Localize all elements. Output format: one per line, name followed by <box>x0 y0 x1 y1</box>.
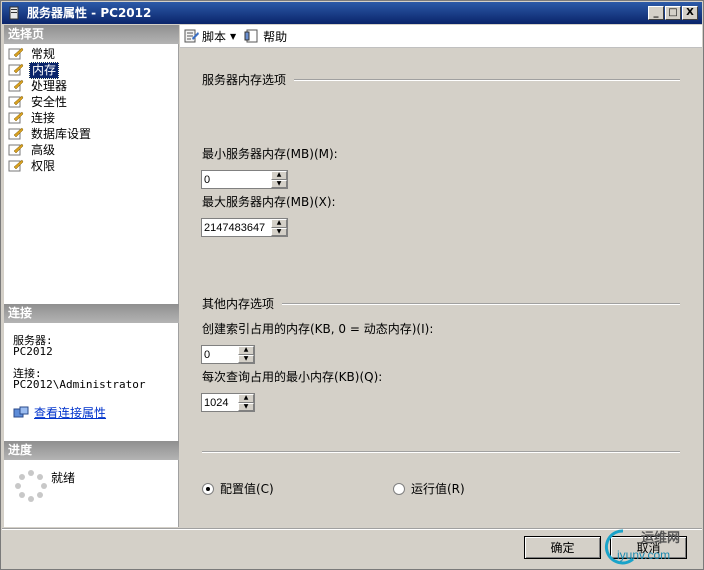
radio-indicator[interactable] <box>393 482 405 495</box>
window-title: 服务器属性 - PC2012 <box>27 6 152 20</box>
nav-item-security[interactable]: 安全性 <box>8 94 93 110</box>
page-icon <box>8 63 24 76</box>
connection-value: PC2012\Administrator <box>13 378 146 391</box>
nav-item-label: 权限 <box>31 158 56 173</box>
group-divider <box>282 303 680 305</box>
script-button[interactable]: 脚本 ▼ <box>183 28 236 45</box>
ok-button[interactable]: 确定 <box>524 536 601 559</box>
stepper-arrows: ▲ ▼ <box>238 346 254 363</box>
left-pane: 选择页 常规 内存 处理器 安全性 连接 数据库设置 高级 权限 连接 服务器:… <box>4 25 179 527</box>
nav-item-label: 安全性 <box>31 94 68 109</box>
help-button[interactable]: 帮助 <box>244 28 287 45</box>
section-divider <box>202 451 680 453</box>
connection-properties-icon <box>13 406 29 417</box>
index-memory-input[interactable] <box>202 346 238 363</box>
help-icon <box>244 29 258 43</box>
increment-icon[interactable]: ▲ <box>271 219 287 228</box>
view-connection-properties[interactable]: 查看连接属性 <box>13 404 106 421</box>
nav-item-label: 内存 <box>29 61 60 79</box>
script-label: 脚本 <box>202 29 227 44</box>
nav-item-label: 连接 <box>31 110 56 125</box>
page-icon <box>8 47 24 60</box>
memory-page: 服务器内存选项 最小服务器内存(MB)(M): ▲ ▼ 最大服务器内存(MB)(… <box>180 49 702 527</box>
progress-header: 进度 <box>4 441 179 460</box>
nav-item-label: 数据库设置 <box>31 126 92 141</box>
progress-spinner-icon <box>15 470 47 502</box>
min-query-memory-input[interactable] <box>202 394 238 411</box>
increment-icon[interactable]: ▲ <box>271 171 287 180</box>
page-nav-list: 常规 内存 处理器 安全性 连接 数据库设置 高级 权限 <box>8 46 93 174</box>
close-button[interactable]: X <box>682 6 698 20</box>
min-server-memory-input[interactable] <box>202 171 271 188</box>
other-memory-group-title: 其他内存选项 <box>202 297 275 311</box>
chevron-down-icon[interactable]: ▼ <box>230 32 236 41</box>
script-icon <box>184 29 199 43</box>
min-query-memory-stepper[interactable]: ▲ ▼ <box>201 393 255 412</box>
max-server-memory-stepper[interactable]: ▲ ▼ <box>201 218 288 237</box>
bottom-divider <box>2 528 702 530</box>
stepper-arrows: ▲ ▼ <box>271 219 287 236</box>
running-values-label: 运行值(R) <box>411 482 465 496</box>
nav-item-label: 处理器 <box>31 78 68 93</box>
page-icon <box>8 143 24 156</box>
watermark-logo: 运维网 iyunv.com <box>604 529 680 565</box>
select-page-header: 选择页 <box>4 25 179 44</box>
help-label: 帮助 <box>263 29 288 44</box>
decrement-icon[interactable]: ▼ <box>271 227 287 236</box>
maximize-button[interactable]: □ <box>665 6 681 20</box>
server-properties-dialog: 服务器属性 - PC2012 _ □ X 选择页 常规 内存 处理器 安全性 连… <box>0 0 704 570</box>
stepper-arrows: ▲ ▼ <box>238 394 254 411</box>
view-connection-properties-link[interactable]: 查看连接属性 <box>34 404 106 421</box>
decrement-icon[interactable]: ▼ <box>238 402 254 411</box>
toolbar: 脚本 ▼ 帮助 <box>180 25 702 48</box>
index-memory-stepper[interactable]: ▲ ▼ <box>201 345 255 364</box>
increment-icon[interactable]: ▲ <box>238 394 254 403</box>
page-icon <box>8 95 24 108</box>
nav-item-label: 高级 <box>31 142 56 157</box>
min-query-memory-label: 每次查询占用的最小内存(KB)(Q): <box>202 370 383 384</box>
increment-icon[interactable]: ▲ <box>238 346 254 355</box>
connection-header: 连接 <box>4 304 179 323</box>
server-value: PC2012 <box>13 345 53 358</box>
max-server-memory-input[interactable] <box>202 219 271 236</box>
nav-item-database-settings[interactable]: 数据库设置 <box>8 126 93 142</box>
stepper-arrows: ▲ ▼ <box>271 171 287 188</box>
title-bar[interactable]: 服务器属性 - PC2012 _ □ X <box>2 2 702 24</box>
page-icon <box>8 159 24 172</box>
server-icon <box>9 6 19 20</box>
nav-item-permissions[interactable]: 权限 <box>8 158 93 174</box>
nav-item-processors[interactable]: 处理器 <box>8 78 93 94</box>
nav-item-label: 常规 <box>31 46 56 61</box>
connection-info: 服务器: PC2012 连接: PC2012\Administrator <box>13 335 145 390</box>
decrement-icon[interactable]: ▼ <box>238 354 254 363</box>
max-server-memory-label: 最大服务器内存(MB)(X): <box>202 195 336 209</box>
nav-item-general[interactable]: 常规 <box>8 46 93 62</box>
group-divider <box>294 79 680 81</box>
server-memory-group-title: 服务器内存选项 <box>202 73 287 87</box>
configured-values-radio[interactable]: 配置值(C) <box>202 480 274 497</box>
min-server-memory-label: 最小服务器内存(MB)(M): <box>202 147 338 161</box>
svg-text:运维网: 运维网 <box>641 530 680 545</box>
min-server-memory-stepper[interactable]: ▲ ▼ <box>201 170 288 189</box>
page-icon <box>8 127 24 140</box>
nav-item-memory[interactable]: 内存 <box>8 61 93 79</box>
svg-text:iyunv.com: iyunv.com <box>617 548 670 562</box>
nav-item-connections[interactable]: 连接 <box>8 110 93 126</box>
page-icon <box>8 79 24 92</box>
configured-values-label: 配置值(C) <box>220 482 274 496</box>
nav-item-advanced[interactable]: 高级 <box>8 142 93 158</box>
radio-indicator[interactable] <box>202 482 214 495</box>
page-icon <box>8 111 24 124</box>
decrement-icon[interactable]: ▼ <box>271 179 287 188</box>
progress-status: 就绪 <box>51 471 76 485</box>
minimize-button[interactable]: _ <box>648 6 664 20</box>
index-memory-label: 创建索引占用的内存(KB, 0 = 动态内存)(I): <box>202 322 434 336</box>
running-values-radio[interactable]: 运行值(R) <box>393 480 465 497</box>
